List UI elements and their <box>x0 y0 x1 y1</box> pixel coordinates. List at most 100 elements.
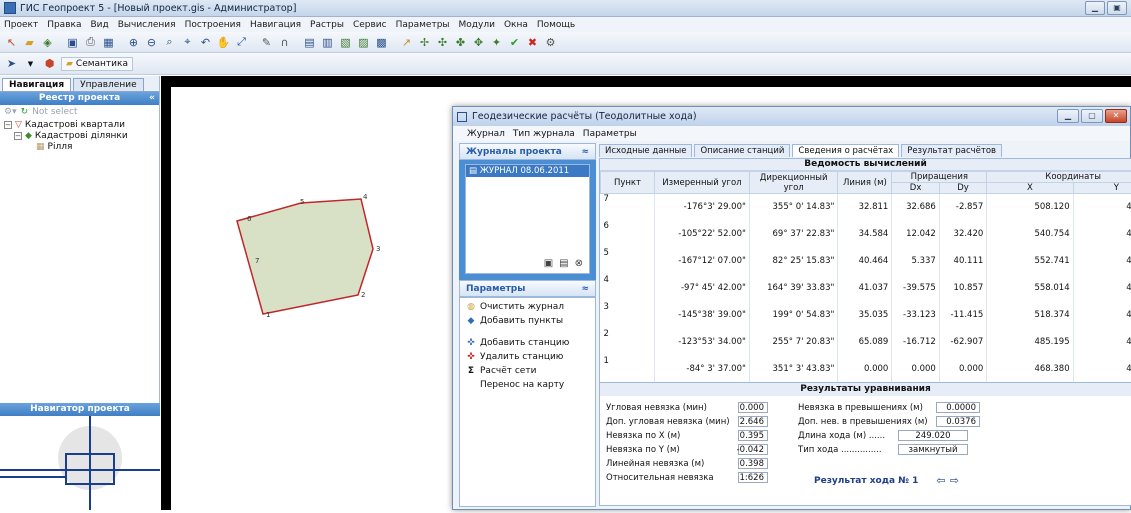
cancel-icon[interactable]: ✖ <box>525 35 540 50</box>
print-icon[interactable]: ⎙ <box>83 35 98 50</box>
menu-edit[interactable]: Правка <box>47 20 81 30</box>
dmenu-journal[interactable]: Журнал <box>467 129 505 139</box>
table-row[interactable]: 7-176°3' 29.00"355° 0' 14.83"32.81132.68… <box>601 194 1131 221</box>
tree-item-cadastral-quarters[interactable]: − ▽ Кадастрові квартали <box>4 119 159 130</box>
maximize-button[interactable]: ▣ <box>1107 1 1127 15</box>
semantics-button[interactable]: ▰ Семантика <box>61 57 133 71</box>
misclosure-x-field[interactable]: 0.395 <box>738 430 768 441</box>
traverse-length-field[interactable]: 249.020 <box>898 430 968 441</box>
zoom-out-icon[interactable]: ⊖ <box>144 35 159 50</box>
delete-journal-icon[interactable]: ⊗ <box>575 258 583 269</box>
journal-item[interactable]: ▤ ЖУРНАЛ 08.06.2011 <box>466 165 589 177</box>
layer-select[interactable]: ⚙▾ ↻ Not select <box>0 105 159 119</box>
move-5-icon[interactable]: ✦ <box>489 35 504 50</box>
table-row[interactable]: 2-123°53' 34.00"255° 7' 20.83"65.089-16.… <box>601 329 1131 356</box>
save-journal-icon[interactable]: ▣ <box>544 258 553 269</box>
dmenu-journal-type[interactable]: Тип журнала <box>513 129 575 139</box>
move-1-icon[interactable]: ✢ <box>417 35 432 50</box>
dropdown-arrow-icon[interactable]: ▼ <box>23 56 38 71</box>
tab-navigation[interactable]: Навигация <box>2 78 71 91</box>
menu-view[interactable]: Вид <box>90 20 108 30</box>
menu-parameters[interactable]: Параметры <box>396 20 450 30</box>
table-row[interactable]: 4-97° 45' 42.00"164° 39' 33.83"41.037-39… <box>601 275 1131 302</box>
save-icon[interactable]: ▣ <box>65 35 80 50</box>
allowed-angular-field[interactable]: 2.646 <box>738 416 768 427</box>
table-row[interactable]: 5-167°12' 07.00"82° 25' 15.83"40.4645.33… <box>601 248 1131 275</box>
add-points-item[interactable]: ◆ Добавить пункты <box>466 314 589 328</box>
relative-misclosure-field[interactable]: 1:626 <box>738 472 768 483</box>
menu-help[interactable]: Помощь <box>537 20 575 30</box>
expander-icon[interactable]: − <box>14 132 22 140</box>
zoom-prev-icon[interactable]: ↶ <box>198 35 213 50</box>
journals-header[interactable]: Журналы проекта ≈ <box>459 143 596 160</box>
chart-icon[interactable]: ▥ <box>320 35 335 50</box>
menu-rasters[interactable]: Растры <box>310 20 344 30</box>
menu-windows[interactable]: Окна <box>504 20 528 30</box>
calc-network-item[interactable]: Σ Расчёт сети <box>466 364 589 378</box>
zoom-window-icon[interactable]: ⌕ <box>162 35 177 50</box>
tree-item-cadastral-parcels[interactable]: − ◆ Кадастрові ділянки <box>4 130 159 141</box>
menu-project[interactable]: Проект <box>4 20 38 30</box>
open-folder-icon[interactable]: ▰ <box>22 35 37 50</box>
height-misclosure-field[interactable]: 0.0000 <box>936 402 980 413</box>
edit-icon[interactable]: ✎ <box>259 35 274 50</box>
allowed-height-field[interactable]: 0.0376 <box>936 416 980 427</box>
collapse-up-icon[interactable]: ≈ <box>581 284 589 294</box>
table-row[interactable]: 6-105°22' 52.00"69° 37' 22.83"34.58412.0… <box>601 221 1131 248</box>
magnet-icon[interactable]: ∩ <box>277 35 292 50</box>
object-icon[interactable]: ⬢ <box>42 56 57 71</box>
traverse-type-field[interactable]: замкнутый <box>898 444 968 455</box>
angular-misclosure-field[interactable]: 0.000 <box>738 402 768 413</box>
layers-icon[interactable]: ◈ <box>40 35 55 50</box>
collapse-up-icon[interactable]: ≈ <box>581 147 589 157</box>
calc-icon[interactable]: ▩ <box>374 35 389 50</box>
move-2-icon[interactable]: ✣ <box>435 35 450 50</box>
settings-icon[interactable]: ⚙ <box>543 35 558 50</box>
zoom-in-icon[interactable]: ⊕ <box>126 35 141 50</box>
apply-icon[interactable]: ✔ <box>507 35 522 50</box>
dialog-close-button[interactable]: ✕ <box>1105 109 1127 123</box>
tab-source-data[interactable]: Исходные данные <box>599 144 692 157</box>
menu-constructions[interactable]: Построения <box>185 20 241 30</box>
zoom-extent-icon[interactable]: ⤢ <box>234 35 249 50</box>
linear-misclosure-field[interactable]: 0.398 <box>738 458 768 469</box>
grid-icon[interactable]: ▦ <box>101 35 116 50</box>
table-icon[interactable]: ▤ <box>302 35 317 50</box>
transfer-to-map-item[interactable]: Перенос на карту <box>466 378 589 392</box>
pointer-icon[interactable]: ↖ <box>4 35 19 50</box>
move-4-icon[interactable]: ✥ <box>471 35 486 50</box>
tab-calculation-results[interactable]: Результат расчётов <box>901 144 1002 157</box>
add-station-item[interactable]: ✜ Добавить станцию <box>466 336 589 350</box>
parcel-icon[interactable]: ▧ <box>338 35 353 50</box>
navigator-view[interactable] <box>0 416 160 510</box>
dmenu-parameters[interactable]: Параметры <box>583 129 637 139</box>
tree-item-arable[interactable]: ▦ Рілля <box>4 141 159 152</box>
menu-navigation[interactable]: Навигация <box>250 20 301 30</box>
prev-arrow-icon[interactable]: ⇦ <box>936 474 945 487</box>
pan-icon[interactable]: ✋ <box>216 35 231 50</box>
move-3-icon[interactable]: ✤ <box>453 35 468 50</box>
tab-station-description[interactable]: Описание станций <box>694 144 790 157</box>
dialog-minimize-button[interactable]: ▁ <box>1057 109 1079 123</box>
tab-calculation-info[interactable]: Сведения о расчётах <box>792 144 899 157</box>
expander-icon[interactable]: − <box>4 121 12 129</box>
menu-calculations[interactable]: Вычисления <box>118 20 176 30</box>
next-arrow-icon[interactable]: ⇨ <box>950 474 959 487</box>
table-row[interactable]: 3-145°38' 39.00"199° 0' 54.83"35.035-33.… <box>601 302 1131 329</box>
select-arrow-icon[interactable]: ➤ <box>4 56 19 71</box>
misclosure-y-field[interactable]: -0.042 <box>738 444 768 455</box>
clear-journal-item[interactable]: ◍ Очистить журнал <box>466 300 589 314</box>
menu-service[interactable]: Сервис <box>353 20 387 30</box>
table-row[interactable]: 1-84° 3' 37.00"351° 3' 43.83"0.0000.0000… <box>601 356 1131 383</box>
menu-modules[interactable]: Модули <box>459 20 495 30</box>
dialog-maximize-button[interactable]: ▢ <box>1081 109 1103 123</box>
minimize-button[interactable]: ▁ <box>1085 1 1105 15</box>
copy-journal-icon[interactable]: ▤ <box>559 258 568 269</box>
zoom-all-icon[interactable]: ⌖ <box>180 35 195 50</box>
collapse-icon[interactable]: « <box>149 92 155 105</box>
parcel-edit-icon[interactable]: ▨ <box>356 35 371 50</box>
vertex-icon[interactable]: ↗ <box>399 35 414 50</box>
params-header[interactable]: Параметры ≈ <box>459 280 596 297</box>
tab-management[interactable]: Управление <box>73 78 143 91</box>
delete-station-item[interactable]: ✜ Удалить станцию <box>466 350 589 364</box>
